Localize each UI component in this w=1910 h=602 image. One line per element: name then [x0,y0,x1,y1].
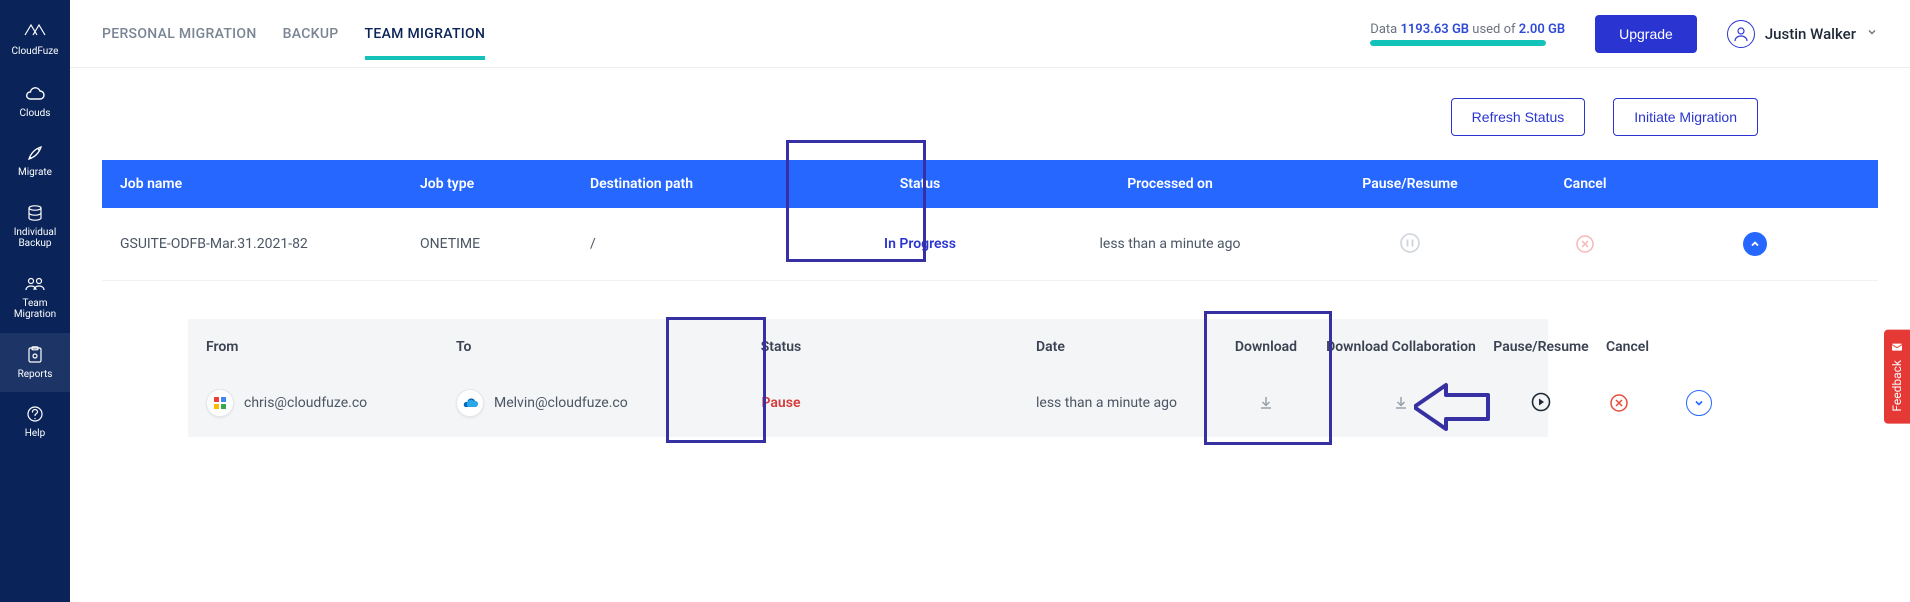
topbar: PERSONAL MIGRATION BACKUP TEAM MIGRATION… [70,0,1910,68]
gsuite-icon [206,389,234,417]
top-tabs: PERSONAL MIGRATION BACKUP TEAM MIGRATION [102,8,485,60]
from-cell: chris@cloudfuze.co [206,389,456,417]
sidebar-item-label: CloudFuze [12,46,59,58]
col-date: Date [1036,339,1206,355]
chevron-down-icon [1866,26,1878,42]
expand-sub-row-button[interactable] [1686,390,1712,416]
download-button[interactable] [1253,390,1279,416]
sidebar-item-migrate[interactable]: Migrate [0,131,70,191]
sidebar-item-individual-backup[interactable]: Individual Backup [0,191,70,262]
tab-team-migration[interactable]: TEAM MIGRATION [365,8,486,60]
job-type-value: ONETIME [420,236,590,252]
tab-backup[interactable]: BACKUP [283,8,339,60]
status-value: In Progress [800,236,1040,252]
to-cell: Melvin@cloudfuze.co [456,389,696,417]
sub-date-value: less than a minute ago [1036,395,1206,411]
sub-jobs-table: From To Status Date Download Download Co… [188,319,1548,437]
sub-status-value: Pause [696,395,866,411]
usage-prefix: Data [1370,22,1400,37]
rocket-icon [26,143,44,163]
sub-cancel-button[interactable] [1606,390,1632,416]
col-processed-on: Processed on [1040,176,1300,192]
subtable-row: chris@cloudfuze.co Melvin@cloudfuze.co P… [188,375,1548,437]
sidebar-item-label: Individual Backup [14,227,57,250]
col-dest-path: Destination path [590,176,800,192]
jobs-table: Job name Job type Destination path Statu… [102,160,1878,281]
subtable-header: From To Status Date Download Download Co… [188,319,1548,375]
data-usage: Data 1193.63 GB used of 2.00 GB [1370,22,1565,46]
team-icon [25,274,45,294]
sidebar-item-label: Team Migration [14,298,56,321]
table-row: GSUITE-ODFB-Mar.31.2021-82 ONETIME / In … [102,208,1878,281]
tab-personal-migration[interactable]: PERSONAL MIGRATION [102,8,257,60]
feedback-icon [1890,342,1904,354]
processed-on-value: less than a minute ago [1040,236,1300,252]
user-name: Justin Walker [1765,25,1856,43]
col-sub-status: Status [696,339,866,355]
col-pause-resume: Pause/Resume [1300,176,1520,192]
from-value: chris@cloudfuze.co [244,395,367,411]
actions-row: Refresh Status Initiate Migration [102,88,1878,160]
sidebar-item-help[interactable]: Help [0,392,70,452]
feedback-label: Feedback [1890,360,1904,412]
pause-button[interactable] [1397,230,1423,256]
job-name-value: GSUITE-ODFB-Mar.31.2021-82 [120,236,420,252]
main-area: PERSONAL MIGRATION BACKUP TEAM MIGRATION… [70,0,1910,602]
help-icon [26,404,44,424]
sidebar: CloudFuze Clouds Migrate Individual Back… [0,0,70,602]
onedrive-icon [456,389,484,417]
database-icon [26,203,44,223]
subtable-wrap: From To Status Date Download Download Co… [188,319,1548,437]
resume-button[interactable] [1528,389,1554,415]
sidebar-logo[interactable]: CloudFuze [0,10,70,72]
sidebar-item-label: Help [25,428,45,440]
cloud-icon [24,84,46,104]
download-collaboration-button[interactable] [1388,390,1414,416]
annotation-arrow [1414,379,1492,439]
col-status: Status [800,176,1040,192]
usage-used: 1193.63 GB [1400,22,1469,37]
col-download-collab: Download Collaboration [1326,339,1476,355]
usage-mid: used of [1469,22,1519,37]
sidebar-item-team-migration[interactable]: Team Migration [0,262,70,333]
sidebar-item-reports[interactable]: Reports [0,333,70,393]
sidebar-item-label: Clouds [20,108,51,120]
collapse-row-button[interactable] [1743,232,1767,256]
col-job-name: Job name [120,176,420,192]
col-download: Download [1206,339,1326,355]
usage-bar [1370,40,1546,46]
cancel-button[interactable] [1572,231,1598,257]
col-to: To [456,339,696,355]
dest-path-value: / [590,236,800,252]
user-menu[interactable]: Justin Walker [1727,20,1878,48]
cloudfuze-logo-icon [21,22,49,42]
sidebar-item-label: Migrate [18,167,52,179]
avatar-icon [1727,20,1755,48]
col-sub-cancel: Cancel [1606,339,1686,355]
refresh-status-button[interactable]: Refresh Status [1451,98,1586,136]
table-header: Job name Job type Destination path Statu… [102,160,1878,208]
clipboard-icon [27,345,43,365]
content: Refresh Status Initiate Migration Job na… [70,68,1910,457]
col-from: From [206,339,456,355]
initiate-migration-button[interactable]: Initiate Migration [1613,98,1758,136]
col-job-type: Job type [420,176,590,192]
usage-total: 2.00 GB [1519,22,1565,37]
sidebar-item-clouds[interactable]: Clouds [0,72,70,132]
upgrade-button[interactable]: Upgrade [1595,15,1697,53]
sidebar-item-label: Reports [18,369,53,381]
col-cancel: Cancel [1520,176,1650,192]
feedback-tab[interactable]: Feedback [1884,330,1910,424]
to-value: Melvin@cloudfuze.co [494,395,628,411]
col-sub-pause-resume: Pause/Resume [1476,339,1606,355]
